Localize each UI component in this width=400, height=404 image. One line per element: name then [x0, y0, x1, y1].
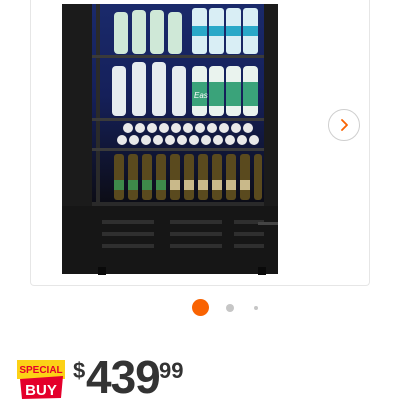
can-brand-text: Eas [194, 91, 208, 100]
next-image-button[interactable] [328, 109, 360, 141]
gallery-dot[interactable] [226, 304, 234, 312]
gallery-dot[interactable] [254, 306, 258, 310]
gallery-pagination [0, 299, 400, 317]
special-buy-badge: SPECIAL BUY [17, 360, 65, 399]
gallery-dot-active[interactable] [192, 299, 209, 316]
badge-line-1: SPECIAL [19, 365, 62, 376]
price-currency: $ [73, 358, 86, 383]
badge-line-2: BUY [25, 382, 57, 399]
price-cents: 99 [159, 358, 184, 383]
chevron-right-icon [341, 119, 348, 131]
beverage-refrigerator-image[interactable]: Eas [58, 4, 282, 276]
price-dollars: 439 [86, 351, 161, 403]
